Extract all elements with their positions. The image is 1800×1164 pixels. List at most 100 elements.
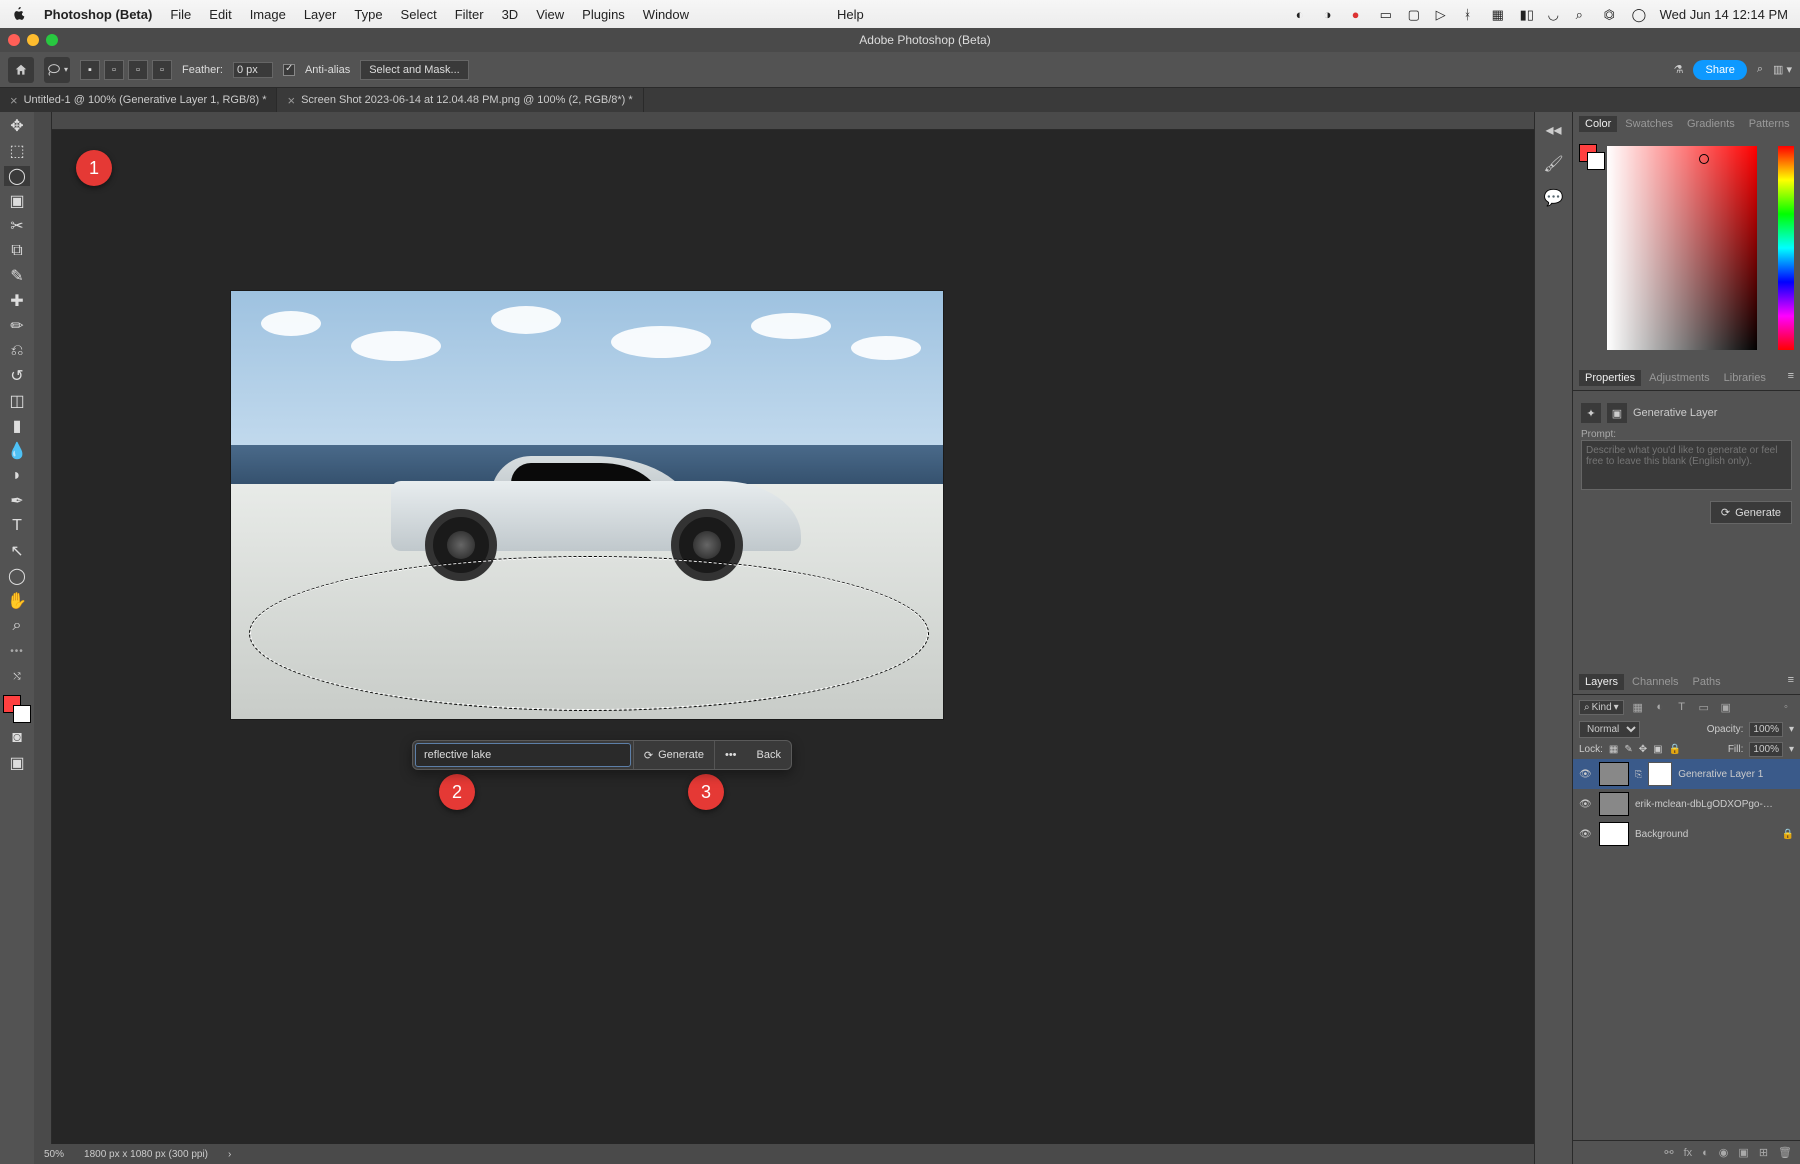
adjustment-icon[interactable]: ◉ [1719,1146,1729,1159]
menu-window[interactable]: Window [643,7,689,22]
tab-adjustments[interactable]: Adjustments [1643,370,1716,386]
filter-toggle-icon[interactable]: ◦ [1778,699,1794,715]
menu-type[interactable]: Type [354,7,382,22]
swap-colors-icon[interactable]: ⤭ [4,666,30,686]
tab-paths[interactable]: Paths [1687,674,1727,690]
eyedropper-tool[interactable]: ✎ [4,266,30,286]
battery-icon[interactable]: ▮▯ [1520,7,1534,21]
menu-filter[interactable]: Filter [455,7,484,22]
generative-prompt-input[interactable] [415,743,631,767]
layer-name[interactable]: Background [1635,829,1688,840]
share-button[interactable]: Share [1693,60,1746,80]
prompt-textarea[interactable] [1581,440,1792,490]
zoom-tool[interactable]: ⌕ [4,616,30,636]
status-icon[interactable]: ◐ [1296,7,1310,21]
minimize-icon[interactable] [27,34,39,46]
menu-help[interactable]: Help [837,7,864,22]
mini-swatches[interactable] [1579,144,1605,170]
history-brush-tool[interactable]: ↺ [4,366,30,386]
fx-icon[interactable]: fx [1684,1147,1693,1159]
lock-nested-icon[interactable]: ▣ [1653,744,1662,755]
object-select-tool[interactable]: ▣ [4,191,30,211]
layer-name[interactable]: erik-mclean-dbLgODXOPgo-unsplash [1635,799,1775,810]
marquee-tool[interactable]: ⬚ [4,141,30,161]
back-button[interactable]: Back [747,741,791,769]
menu-select[interactable]: Select [401,7,437,22]
brush-panel-icon[interactable]: 🖌 [1544,154,1564,174]
menu-view[interactable]: View [536,7,564,22]
tab-patterns[interactable]: Patterns [1743,116,1796,132]
tab-gradients[interactable]: Gradients [1681,116,1741,132]
feather-input[interactable] [233,62,273,78]
vertical-ruler[interactable] [34,112,52,1144]
brush-tool[interactable]: ✏ [4,316,30,336]
tab-color[interactable]: Color [1579,116,1617,132]
horizontal-ruler[interactable] [52,112,1534,130]
document-tab[interactable]: × Screen Shot 2023-06-14 at 12.04.48 PM.… [277,88,643,112]
more-options-button[interactable]: ••• [714,741,747,769]
lasso-tool-icon[interactable]: ▾ [44,57,70,83]
close-tab-icon[interactable]: × [287,93,295,108]
group-icon[interactable]: ▣ [1738,1146,1748,1159]
lock-pixels-icon[interactable]: ✎ [1624,744,1632,755]
status-icon[interactable]: ◑ [1324,7,1338,21]
screenmode-tool[interactable]: ▣ [4,753,30,773]
calendar-icon[interactable]: ▦ [1492,7,1506,21]
collapse-icon[interactable]: ◂◂ [1544,120,1564,140]
control-center-icon[interactable]: ⏣ [1604,7,1618,21]
traffic-lights[interactable] [8,34,58,46]
panel-menu-icon[interactable]: ≡ [1788,674,1794,690]
move-tool[interactable]: ✥ [4,116,30,136]
edit-toolbar[interactable]: ••• [4,641,30,661]
hue-slider[interactable] [1778,146,1794,350]
doc-info[interactable]: 1800 px x 1080 px (300 ppi) [84,1149,208,1160]
menu-layer[interactable]: Layer [304,7,337,22]
type-tool[interactable]: T [4,516,30,536]
folder-icon[interactable]: ▭ [1380,7,1394,21]
quickmask-tool[interactable]: ◙ [4,728,30,748]
selection-new-icon[interactable]: ▪ [80,60,100,80]
hand-tool[interactable]: ✋ [4,591,30,611]
new-layer-icon[interactable]: ⊞ [1759,1146,1768,1159]
eraser-tool[interactable]: ◫ [4,391,30,411]
dodge-tool[interactable]: ◗ [4,466,30,486]
color-cursor[interactable] [1699,154,1709,164]
search-icon[interactable]: ⌕ [1576,7,1590,21]
visibility-icon[interactable]: 👁 [1579,769,1593,780]
menu-file[interactable]: File [170,7,191,22]
mirror-icon[interactable]: ▢ [1408,7,1422,21]
delete-icon[interactable]: 🗑 [1778,1146,1792,1159]
tab-properties[interactable]: Properties [1579,370,1641,386]
panel-menu-icon[interactable]: ≡ [1788,370,1794,386]
bluetooth-icon[interactable]: ᚼ [1464,7,1478,21]
zoom-level[interactable]: 50% [44,1149,64,1160]
layer-name[interactable]: Generative Layer 1 [1678,769,1763,780]
lock-all-icon[interactable]: ▦ [1609,744,1618,755]
close-tab-icon[interactable]: × [10,93,18,108]
filter-shape-icon[interactable]: ▭ [1696,699,1712,715]
app-name[interactable]: Photoshop (Beta) [44,7,152,22]
background-color[interactable] [13,705,31,723]
document-tab[interactable]: × Untitled-1 @ 100% (Generative Layer 1,… [0,88,277,112]
record-icon[interactable]: ● [1352,7,1366,21]
selection-add-icon[interactable]: ▫ [104,60,124,80]
layer-thumbnail[interactable] [1599,792,1629,816]
filter-smart-icon[interactable]: ▣ [1718,699,1734,715]
blur-tool[interactable]: 💧 [4,441,30,461]
layer-filter-kind[interactable]: ⌕ Kind ▾ [1579,700,1624,715]
clone-tool[interactable]: ⎌ [4,341,30,361]
tab-libraries[interactable]: Libraries [1718,370,1772,386]
workspace-icon[interactable]: ▥ ▾ [1773,63,1792,76]
maximize-icon[interactable] [46,34,58,46]
layer-row[interactable]: 👁 ⎘ Generative Layer 1 [1573,759,1800,789]
layer-thumbnail[interactable] [1599,822,1629,846]
layer-row[interactable]: 👁 Background 🔒 [1573,819,1800,849]
crop-tool[interactable]: ✂ [4,216,30,236]
color-field[interactable] [1607,146,1757,350]
menu-edit[interactable]: Edit [209,7,231,22]
home-button[interactable] [8,57,34,83]
fill-value[interactable]: 100% [1749,742,1783,757]
color-swatches[interactable] [3,695,31,723]
lock-icon[interactable]: 🔒 [1782,829,1794,840]
beaker-icon[interactable]: ⚗ [1674,63,1684,76]
